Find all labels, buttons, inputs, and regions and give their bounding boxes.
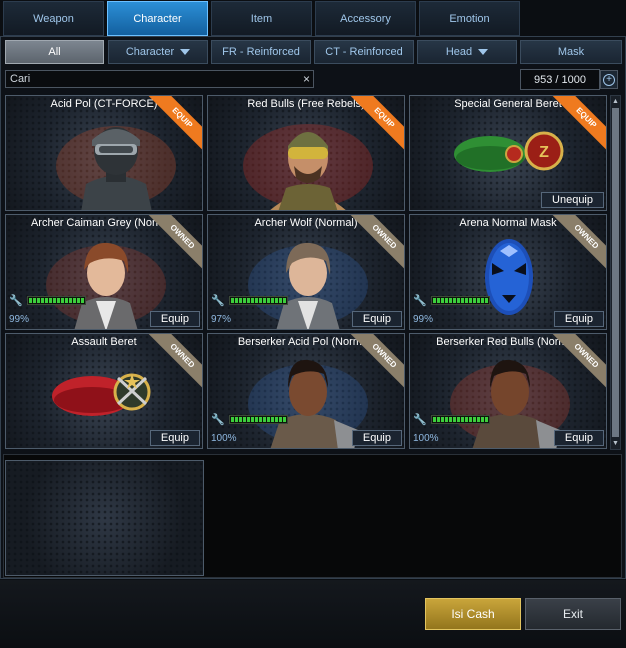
durability-percent: 97% xyxy=(211,314,232,325)
tab-emotion[interactable]: Emotion xyxy=(419,1,520,36)
unequip-button[interactable]: Unequip xyxy=(541,192,604,208)
item-card[interactable]: Archer Wolf (Normal) OWNED 🔧 97% Equip xyxy=(207,214,405,330)
durability-percent: 99% xyxy=(9,314,30,325)
scroll-thumb[interactable] xyxy=(612,108,619,437)
top-up-cash-button[interactable]: Isi Cash xyxy=(425,598,521,630)
filter-label: FR - Reinforced xyxy=(222,46,300,58)
wrench-icon: 🔧 xyxy=(211,414,225,426)
wrench-icon: 🔧 xyxy=(413,414,427,426)
filter-head-dropdown[interactable]: Head xyxy=(417,40,517,64)
item-list-scrollbar[interactable]: ▲ ▼ xyxy=(610,95,621,450)
durability-meter: 🔧 xyxy=(211,413,288,426)
exit-button[interactable]: Exit xyxy=(525,598,621,630)
wrench-icon: 🔧 xyxy=(9,295,23,307)
durability-percent: 100% xyxy=(413,433,439,444)
item-card[interactable]: Red Bulls (Free Rebels) EQUIP xyxy=(207,95,405,211)
tab-weapon[interactable]: Weapon xyxy=(3,1,104,36)
equip-button[interactable]: Equip xyxy=(553,311,604,327)
equip-button[interactable]: Equip xyxy=(351,311,402,327)
item-card[interactable]: Archer Caiman Grey (Normal) OWNED 🔧 99% … xyxy=(5,214,203,330)
preview-slot xyxy=(5,460,204,576)
chevron-down-icon xyxy=(478,49,489,55)
filter-label: Head xyxy=(445,46,473,58)
durability-meter: 🔧 xyxy=(413,294,490,307)
plus-icon: + xyxy=(603,73,615,86)
filter-label: All xyxy=(48,46,61,58)
equip-button[interactable]: Equip xyxy=(149,311,200,327)
tab-accessory[interactable]: Accessory xyxy=(315,1,416,36)
filter-character-dropdown[interactable]: Character xyxy=(108,40,208,64)
filter-label: Mask xyxy=(557,46,585,58)
durability-percent: 100% xyxy=(211,433,237,444)
svg-text:Z: Z xyxy=(539,144,549,161)
item-card[interactable]: Z Special General Beret EQUIP Unequip xyxy=(409,95,607,211)
tab-character[interactable]: Character xyxy=(107,1,208,36)
item-card[interactable]: Acid Pol (CT-FORCE) EQUIP xyxy=(5,95,203,211)
item-card[interactable]: Berserker Acid Pol (Normal) OWNED 🔧 100%… xyxy=(207,333,405,449)
wrench-icon: 🔧 xyxy=(211,295,225,307)
durability-percent: 99% xyxy=(413,314,434,325)
tab-item[interactable]: Item xyxy=(211,1,312,36)
close-icon[interactable]: × xyxy=(303,72,310,86)
item-card[interactable]: Assault Beret OWNED Equip xyxy=(5,333,203,449)
inventory-count: 953 / 1000 xyxy=(520,69,600,90)
equip-button[interactable]: Equip xyxy=(149,430,200,446)
search-input[interactable] xyxy=(6,71,313,87)
filter-all[interactable]: All xyxy=(5,40,104,64)
expand-inventory-button[interactable]: + xyxy=(600,70,618,89)
scroll-up-icon[interactable]: ▲ xyxy=(612,97,619,106)
item-card[interactable]: Arena Normal Mask OWNED 🔧 99% Equip xyxy=(409,214,607,330)
filter-ct-reinforced[interactable]: CT - Reinforced xyxy=(314,40,414,64)
equip-button[interactable]: Equip xyxy=(351,430,402,446)
filter-label: CT - Reinforced xyxy=(325,46,403,58)
durability-meter: 🔧 xyxy=(413,413,490,426)
scroll-down-icon[interactable]: ▼ xyxy=(612,439,619,448)
equip-button[interactable]: Equip xyxy=(553,430,604,446)
item-card[interactable]: Berserker Red Bulls (Normal) OWNED 🔧 100… xyxy=(409,333,607,449)
durability-meter: 🔧 xyxy=(211,294,288,307)
filter-label: Character xyxy=(125,46,175,58)
chevron-down-icon xyxy=(180,49,191,55)
filter-mask[interactable]: Mask xyxy=(520,40,622,64)
search-box: × xyxy=(5,70,314,88)
durability-meter: 🔧 xyxy=(9,294,86,307)
filter-fr-reinforced[interactable]: FR - Reinforced xyxy=(211,40,311,64)
wrench-icon: 🔧 xyxy=(413,295,427,307)
